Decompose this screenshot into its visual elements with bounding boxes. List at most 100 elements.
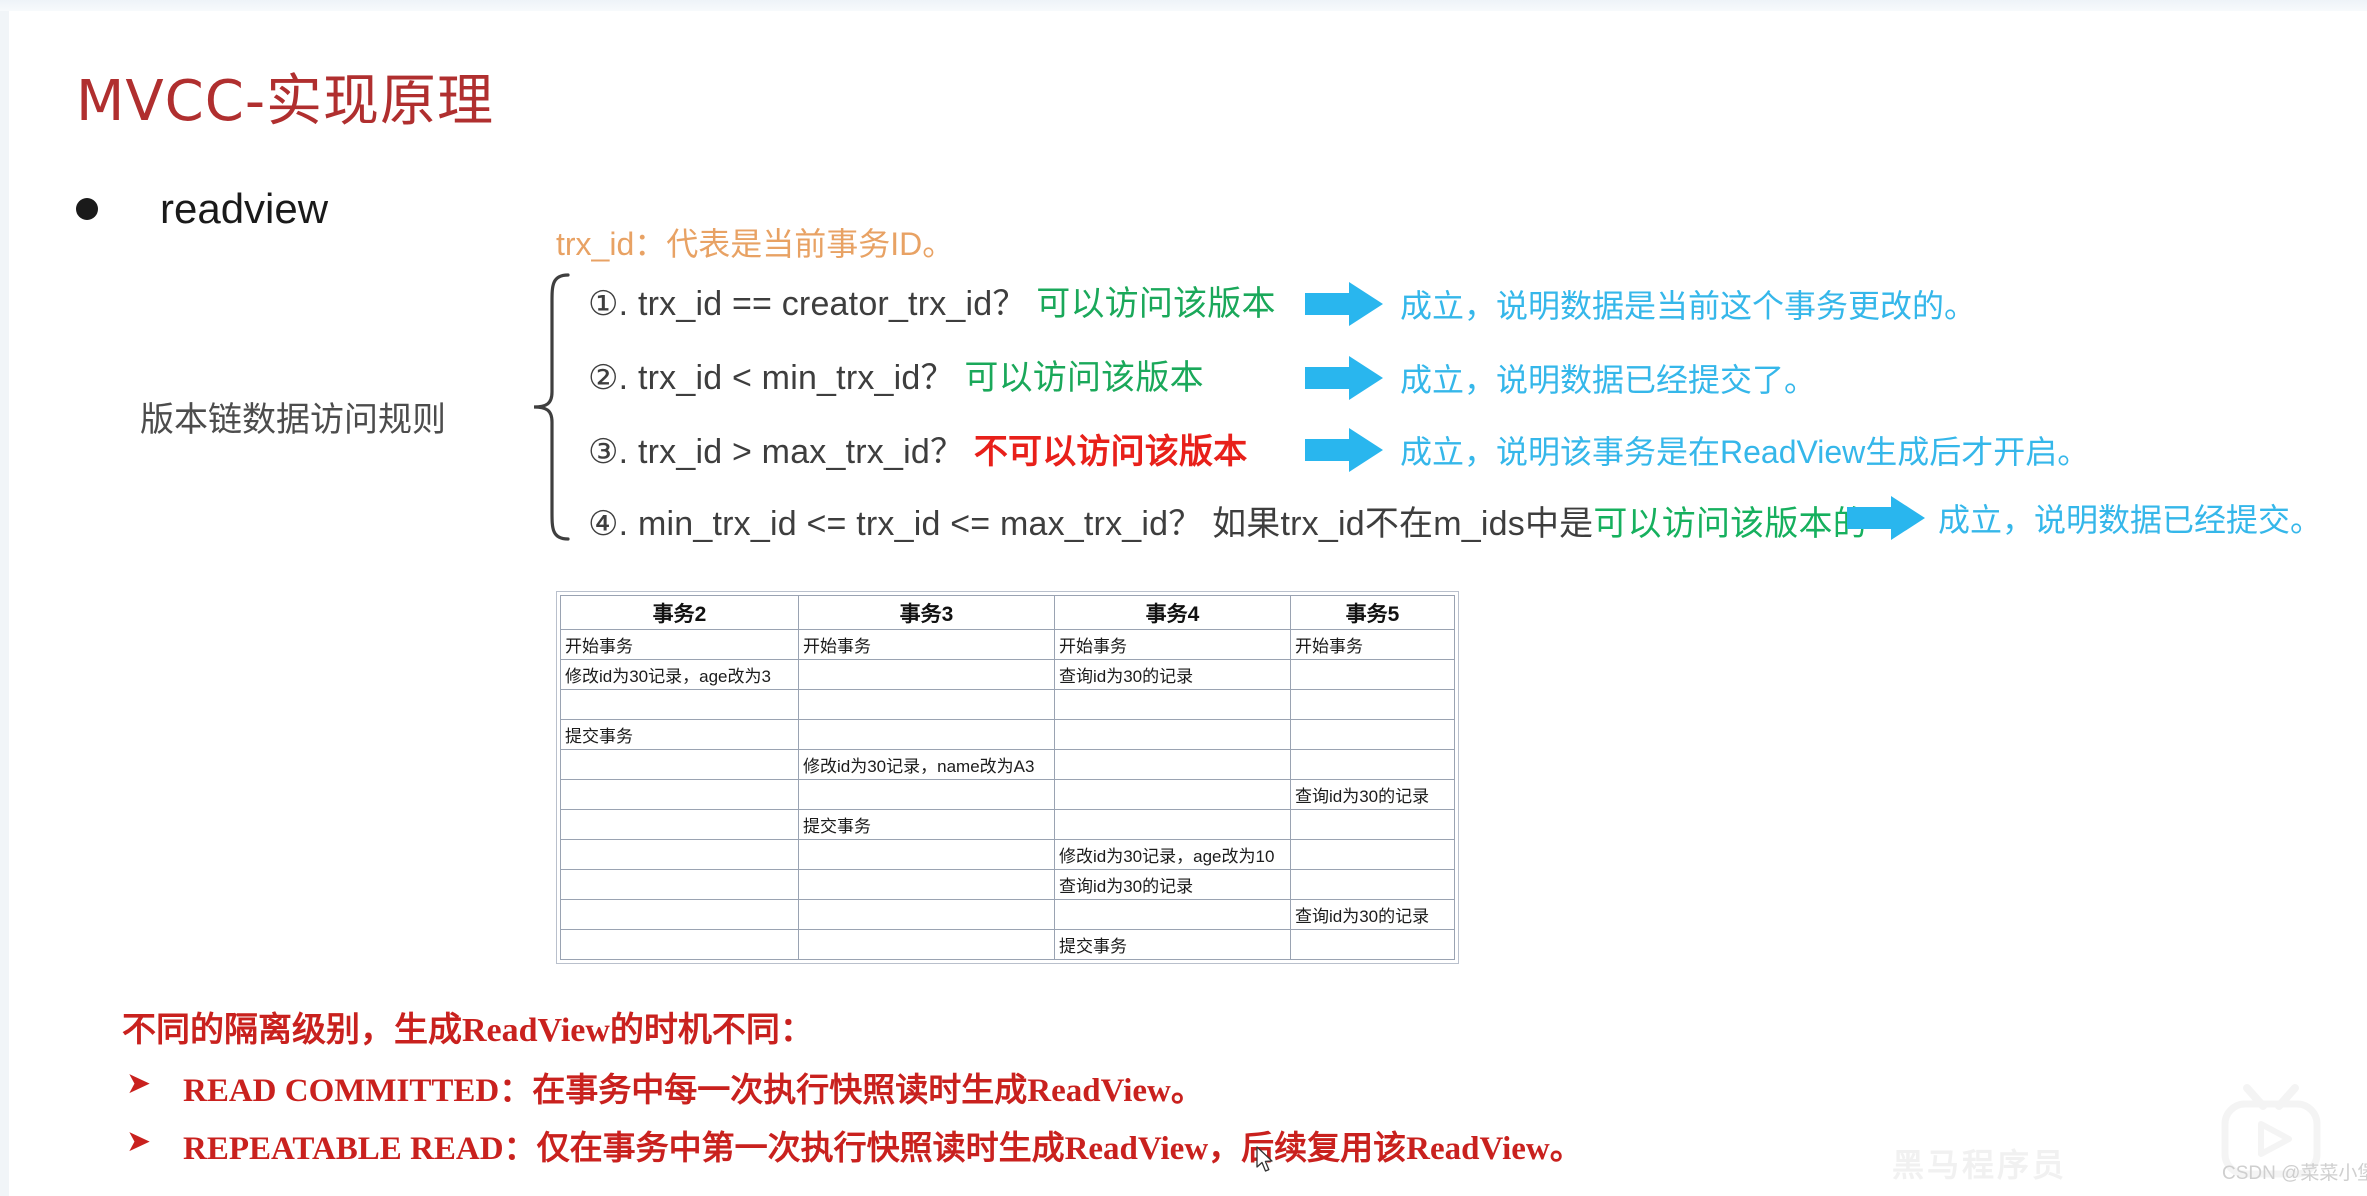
table-cell xyxy=(560,839,799,870)
table-header-cell: 事务5 xyxy=(1290,595,1455,630)
rule-conclusion-2: 成立，说明数据已经提交了。 xyxy=(1400,362,1817,398)
slide-top-strip xyxy=(0,0,2367,11)
table-row: 修改id为30记录，age改为3 查询id为30的记录 xyxy=(560,659,1455,690)
rule-conclusion-3: 成立，说明该事务是在ReadView生成后才开启。 xyxy=(1400,434,2090,470)
table-row: 修改id为30记录，age改为10 xyxy=(560,839,1455,870)
rule-verdict-3: 不可以访问该版本 xyxy=(973,433,1248,471)
rule-conclusion-1: 成立，说明数据是当前这个事务更改的。 xyxy=(1400,288,1977,324)
table-cell: 查询id为30的记录 xyxy=(1290,779,1455,810)
table-header-row: 事务2 事务3 事务4 事务5 xyxy=(560,595,1455,630)
rule-conclusion-4: 成立，说明数据已经提交。 xyxy=(1938,502,2323,538)
table-row: 提交事务 xyxy=(560,809,1455,840)
rule-condition-extra-4: 如果trx_id不在m_ids中是 xyxy=(1212,505,1594,543)
table-cell xyxy=(798,839,1055,870)
table-cell xyxy=(560,749,799,780)
chevron-right-icon-1: ➤ xyxy=(126,1067,152,1100)
rule-number-2: ②. xyxy=(588,359,629,397)
table-cell xyxy=(1054,779,1291,810)
table-cell xyxy=(560,899,799,930)
arrow-right-icon-2 xyxy=(1305,356,1383,400)
table-cell: 修改id为30记录，name改为A3 xyxy=(798,749,1055,780)
arrow-right-icon-4 xyxy=(1847,496,1925,540)
table-cell: 提交事务 xyxy=(798,809,1055,840)
table-cell xyxy=(798,779,1055,810)
table-cell xyxy=(1290,929,1455,960)
table-cell xyxy=(1290,719,1455,750)
rule-number-3: ③. xyxy=(588,433,629,471)
table-cell xyxy=(1290,839,1455,870)
table-cell xyxy=(798,869,1055,900)
table-row: 查询id为30的记录 xyxy=(560,779,1455,810)
watermark-brand-text: 黑马程序员 xyxy=(1892,1147,2068,1183)
rule-row-2: ②. trx_id < min_trx_id？ 可以访问该版本 xyxy=(588,350,1204,399)
transaction-timeline-table: 事务2 事务3 事务4 事务5 开始事务 开始事务 开始事务 开始事务 修改id为30记… xyxy=(556,591,1459,964)
rule-row-3: ③. trx_id > max_trx_id？ 不可以访问该版本 xyxy=(588,424,1247,473)
table-cell: 查询id为30的记录 xyxy=(1054,869,1291,900)
table-row: 修改id为30记录，name改为A3 xyxy=(560,749,1455,780)
table-cell xyxy=(1290,689,1455,720)
table-row: 提交事务 xyxy=(560,719,1455,750)
table-cell xyxy=(1054,899,1291,930)
table-cell xyxy=(798,899,1055,930)
isolation-notes-heading: 不同的隔离级别，生成ReadView的时机不同： xyxy=(122,1012,814,1049)
rule-condition-1: trx_id == creator_trx_id？ xyxy=(637,285,1027,323)
curly-brace-icon xyxy=(533,273,570,541)
table-cell xyxy=(798,659,1055,690)
table-cell xyxy=(798,929,1055,960)
table-cell xyxy=(1290,749,1455,780)
rule-verdict-1: 可以访问该版本 xyxy=(1036,285,1276,323)
table-cell xyxy=(1054,719,1291,750)
table-cell xyxy=(1054,809,1291,840)
chevron-right-icon-2: ➤ xyxy=(126,1125,152,1158)
table-cell: 修改id为30记录，age改为3 xyxy=(560,659,799,690)
table-cell: 开始事务 xyxy=(560,629,799,660)
table-cell xyxy=(1054,689,1291,720)
table-cell xyxy=(560,929,799,960)
table-cell: 修改id为30记录，age改为10 xyxy=(1054,839,1291,870)
rule-condition-4: min_trx_id <= trx_id <= max_trx_id？ xyxy=(637,505,1203,543)
table-header-cell: 事务2 xyxy=(560,595,799,630)
table-cell xyxy=(560,779,799,810)
page-title: MVCC-实现原理 xyxy=(76,69,495,134)
isolation-note-item-1: READ COMMITTED：在事务中每一次执行快照读时生成ReadView。 xyxy=(183,1073,1204,1109)
table-row xyxy=(560,689,1455,720)
table-cell xyxy=(1290,869,1455,900)
rule-row-1: ①. trx_id == creator_trx_id？ 可以访问该版本 xyxy=(588,276,1276,325)
table-header-cell: 事务4 xyxy=(1054,595,1291,630)
table-cell xyxy=(1290,659,1455,690)
table-header-cell: 事务3 xyxy=(798,595,1055,630)
table-row: 提交事务 xyxy=(560,929,1455,960)
rule-number-4: ④. xyxy=(588,505,629,543)
table-cell: 提交事务 xyxy=(1054,929,1291,960)
arrow-right-icon-3 xyxy=(1305,428,1383,472)
bullet-dot-icon xyxy=(76,198,98,220)
table-cell xyxy=(1290,809,1455,840)
table-cell: 开始事务 xyxy=(798,629,1055,660)
table-cell xyxy=(560,869,799,900)
arrow-right-icon-1 xyxy=(1305,282,1383,326)
table-cell: 开始事务 xyxy=(1054,629,1291,660)
trx-id-note: trx_id：代表是当前事务ID。 xyxy=(556,226,955,262)
rule-number-1: ①. xyxy=(588,285,629,323)
mouse-cursor-icon xyxy=(1256,1146,1273,1172)
table-row: 开始事务 开始事务 开始事务 开始事务 xyxy=(560,629,1455,660)
isolation-note-item-2: REPEATABLE READ：仅在事务中第一次执行快照读时生成ReadView… xyxy=(183,1131,1583,1167)
rule-verdict-2: 可以访问该版本 xyxy=(964,359,1204,397)
table-cell xyxy=(1054,749,1291,780)
table-cell: 查询id为30的记录 xyxy=(1054,659,1291,690)
table-body: 开始事务 开始事务 开始事务 开始事务 修改id为30记录，age改为3 查询id为30的… xyxy=(560,629,1455,960)
rule-condition-2: trx_id < min_trx_id？ xyxy=(637,359,955,397)
table-cell: 提交事务 xyxy=(560,719,799,750)
slide-left-edge xyxy=(0,11,9,1196)
rule-row-4: ④. min_trx_id <= trx_id <= max_trx_id？ 如… xyxy=(588,496,1867,545)
readview-bullet-row: readview xyxy=(76,185,328,233)
rule-verdict-4: 可以访问该版本的 xyxy=(1593,505,1867,543)
rule-condition-3: trx_id > max_trx_id？ xyxy=(637,433,965,471)
table-row: 查询id为30的记录 xyxy=(560,869,1455,900)
slide-canvas: MVCC-实现原理 readview trx_id：代表是当前事务ID。 版本链… xyxy=(0,0,2367,1196)
readview-label: readview xyxy=(160,185,329,232)
csdn-attribution: CSDN @菜菜小堡 xyxy=(2222,1163,2367,1184)
table-cell: 查询id为30的记录 xyxy=(1290,899,1455,930)
table-cell xyxy=(798,689,1055,720)
table-cell xyxy=(560,809,799,840)
